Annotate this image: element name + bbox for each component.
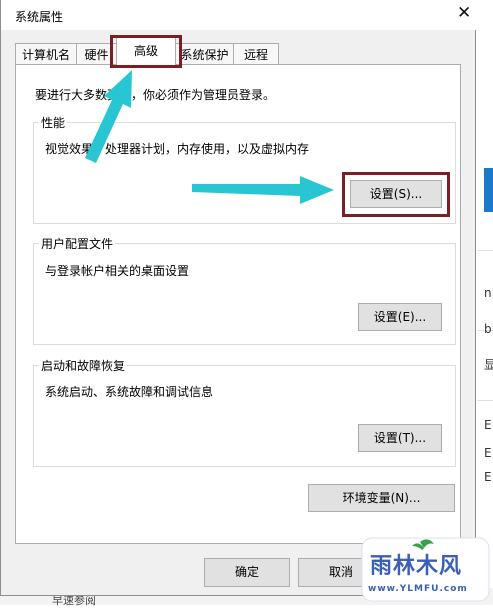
pointer-arrows <box>85 70 334 204</box>
watermark-logo: 雨林木风 www.YLMFU.com <box>358 534 493 605</box>
arrow-to-settings-button <box>192 176 334 204</box>
arrow-to-advanced-tab <box>85 70 132 163</box>
watermark-url: www.YLMFU.com <box>368 584 468 594</box>
watermark-text: 雨林木风 <box>370 554 463 579</box>
